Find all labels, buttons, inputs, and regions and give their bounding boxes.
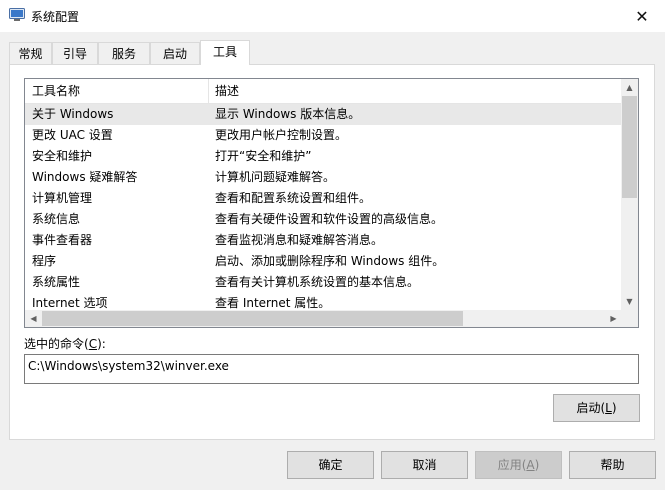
horizontal-scrollbar[interactable]: ◀ ▶ <box>25 310 622 327</box>
tab-boot[interactable]: 引导 <box>52 42 98 64</box>
column-header-tool-name[interactable]: 工具名称 <box>25 79 208 103</box>
tool-description-cell: 计算机问题疑难解答。 <box>215 170 336 184</box>
scroll-up-arrow-icon[interactable]: ▲ <box>621 79 638 96</box>
column-header-description[interactable]: 描述 <box>208 79 622 103</box>
horizontal-scroll-thumb[interactable] <box>42 311 463 326</box>
tool-name-cell: Windows 疑难解答 <box>32 170 138 184</box>
help-button[interactable]: 帮助 <box>569 451 656 479</box>
vertical-scroll-thumb[interactable] <box>622 96 637 198</box>
tool-name-cell: 计算机管理 <box>32 191 93 205</box>
close-button[interactable]: ✕ <box>619 0 665 32</box>
tool-name-cell: 程序 <box>32 254 57 268</box>
tool-row[interactable]: 安全和维护 打开“安全和维护” <box>25 146 622 167</box>
tool-description-cell: 查看和配置系统设置和组件。 <box>215 191 372 205</box>
cancel-button[interactable]: 取消 <box>381 451 468 479</box>
tool-name-cell: 系统属性 <box>32 275 81 289</box>
tools-list[interactable]: 工具名称 描述 关于 Windows 显示 Windows 版本信息。更改 UAC… <box>24 78 639 328</box>
tool-description-cell: 显示 Windows 版本信息。 <box>215 107 361 121</box>
selected-command-field[interactable]: C:\Windows\system32\winver.exe <box>24 354 639 384</box>
tool-description-cell: 查看有关硬件设置和软件设置的高级信息。 <box>215 212 444 226</box>
system-config-app-icon <box>9 8 25 22</box>
tab-general[interactable]: 常规 <box>9 42 52 64</box>
title-bar: 系统配置 ✕ <box>0 0 665 32</box>
apply-button[interactable]: 应用(A) <box>475 451 562 479</box>
scrollbar-corner <box>621 310 638 327</box>
tool-row[interactable]: 事件查看器 查看监视消息和疑难解答消息。 <box>25 230 622 251</box>
tool-row[interactable]: 更改 UAC 设置 更改用户帐户控制设置。 <box>25 125 622 146</box>
scroll-right-arrow-icon[interactable]: ▶ <box>605 310 622 327</box>
scroll-left-arrow-icon[interactable]: ◀ <box>25 310 42 327</box>
vertical-scrollbar[interactable]: ▲ ▼ <box>621 79 638 310</box>
scroll-down-arrow-icon[interactable]: ▼ <box>621 293 638 310</box>
tools-list-rows: 关于 Windows 显示 Windows 版本信息。更改 UAC 设置 更改用户帐… <box>25 104 622 314</box>
tool-name-cell: 关于 Windows <box>32 107 114 121</box>
window-title: 系统配置 <box>31 10 80 24</box>
tool-row[interactable]: 系统属性 查看有关计算机系统设置的基本信息。 <box>25 272 622 293</box>
tab-services[interactable]: 服务 <box>98 42 150 64</box>
close-icon: ✕ <box>635 6 649 26</box>
tool-name-cell: 系统信息 <box>32 212 81 226</box>
launch-button[interactable]: 启动(L) <box>553 394 640 422</box>
ok-button[interactable]: 确定 <box>287 451 374 479</box>
tool-name-cell: 事件查看器 <box>32 233 93 247</box>
tool-description-cell: 启动、添加或删除程序和 Windows 组件。 <box>215 254 445 268</box>
tool-description-cell: 查看监视消息和疑难解答消息。 <box>215 233 384 247</box>
tool-description-cell: 更改用户帐户控制设置。 <box>215 128 348 142</box>
tool-description-cell: 打开“安全和维护” <box>215 149 312 163</box>
tool-row[interactable]: 系统信息 查看有关硬件设置和软件设置的高级信息。 <box>25 209 622 230</box>
tab-tools[interactable]: 工具 <box>200 40 250 65</box>
tool-row[interactable]: Windows 疑难解答 计算机问题疑难解答。 <box>25 167 622 188</box>
tool-row[interactable]: 程序 启动、添加或删除程序和 Windows 组件。 <box>25 251 622 272</box>
tab-startup[interactable]: 启动 <box>150 42 200 64</box>
tools-list-header: 工具名称 描述 <box>25 79 622 104</box>
selected-command-label: 选中的命令(C): <box>24 337 106 351</box>
tool-description-cell: 查看有关计算机系统设置的基本信息。 <box>215 275 420 289</box>
tool-row[interactable]: 关于 Windows 显示 Windows 版本信息。 <box>25 104 622 125</box>
tool-row[interactable]: 计算机管理 查看和配置系统设置和组件。 <box>25 188 622 209</box>
tool-name-cell: 更改 UAC 设置 <box>32 128 113 142</box>
tool-name-cell: 安全和维护 <box>32 149 93 163</box>
